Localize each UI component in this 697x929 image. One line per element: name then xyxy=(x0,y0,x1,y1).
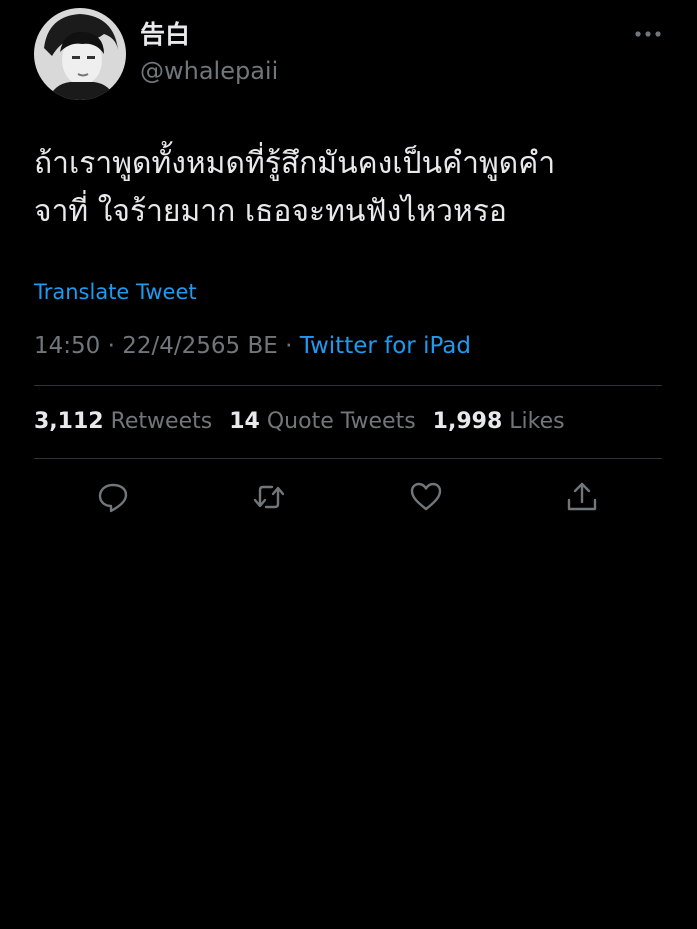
meta-separator: · xyxy=(285,333,293,359)
share-button[interactable] xyxy=(565,480,599,514)
retweets-stat[interactable]: 3,112 Retweets xyxy=(34,409,212,434)
divider xyxy=(34,458,662,459)
meta-separator: · xyxy=(107,333,115,359)
tweet-metadata: 14:50 · 22/4/2565 BE · Twitter for iPad xyxy=(34,330,471,362)
more-options-icon[interactable] xyxy=(628,22,668,46)
tweet-time[interactable]: 14:50 xyxy=(34,333,100,359)
engagement-stats: 3,112 Retweets 14 Quote Tweets 1,998 Lik… xyxy=(34,406,575,438)
quotes-count: 14 xyxy=(229,409,260,434)
retweets-count: 3,112 xyxy=(34,409,104,434)
profile-photo xyxy=(34,8,126,100)
reply-button[interactable] xyxy=(96,480,130,514)
tweet-detail: 告白 @whalepaii ถ้าเราพูดทั้งหมดที่รู้สึกม… xyxy=(0,0,697,929)
tweet-text: ถ้าเราพูดทั้งหมดที่รู้สึกมันคงเป็นคำพูดค… xyxy=(34,140,664,236)
tweet-text-line: จาที่ ใจร้ายมาก เธอจะทนฟังไหวหรอ xyxy=(34,194,507,229)
display-name[interactable]: 告白 xyxy=(140,20,190,50)
like-button[interactable] xyxy=(409,480,443,514)
quotes-label: Quote Tweets xyxy=(266,409,416,434)
tweet-date[interactable]: 22/4/2565 BE xyxy=(122,333,278,359)
divider xyxy=(34,385,662,386)
avatar[interactable] xyxy=(34,8,126,100)
translate-tweet-link[interactable]: Translate Tweet xyxy=(34,278,197,306)
tweet-source-link[interactable]: Twitter for iPad xyxy=(300,333,471,359)
reply-icon xyxy=(98,483,128,513)
retweet-button[interactable] xyxy=(252,480,286,514)
share-icon xyxy=(567,482,597,511)
retweets-label: Retweets xyxy=(110,409,213,434)
user-handle[interactable]: @whalepaii xyxy=(140,56,278,86)
likes-count: 1,998 xyxy=(432,409,503,434)
quotes-stat[interactable]: 14 Quote Tweets xyxy=(229,409,415,434)
likes-label: Likes xyxy=(509,409,565,434)
tweet-text-line: ถ้าเราพูดทั้งหมดที่รู้สึกมันคงเป็นคำพูดค… xyxy=(34,146,556,181)
likes-stat[interactable]: 1,998 Likes xyxy=(433,409,565,434)
retweet-icon xyxy=(253,485,285,509)
heart-icon xyxy=(410,482,442,511)
